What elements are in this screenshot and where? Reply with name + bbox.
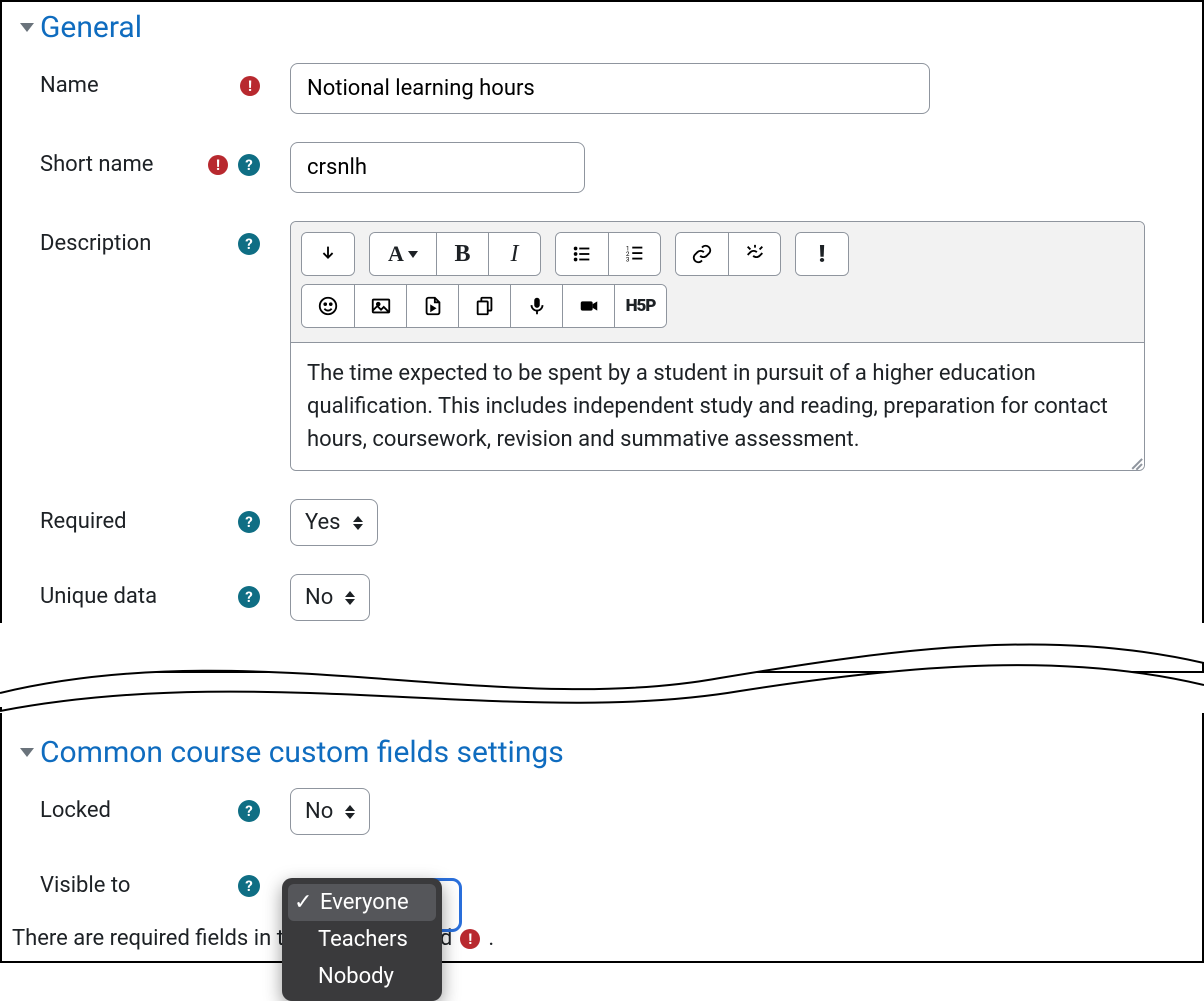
image-icon[interactable] bbox=[354, 285, 406, 327]
uniquedata-select[interactable]: No bbox=[290, 574, 370, 621]
description-text: The time expected to be spent by a stude… bbox=[307, 361, 1108, 452]
field-label: Description bbox=[40, 231, 151, 256]
h5p-icon[interactable]: H5P bbox=[614, 285, 666, 327]
note-text-before: There are required fields in t bbox=[12, 926, 284, 951]
section-title: General bbox=[40, 10, 142, 45]
bullet-list-icon[interactable] bbox=[556, 233, 608, 275]
field-row-visibleto: Visible to ? ✓ Everyone Teachers bbox=[40, 863, 1192, 898]
help-icon[interactable]: ? bbox=[238, 154, 260, 176]
unlink-icon[interactable] bbox=[728, 233, 780, 275]
font-style-icon[interactable]: A bbox=[370, 233, 436, 275]
label-col: Locked ? bbox=[40, 788, 290, 823]
visibleto-dropdown: ✓ Everyone Teachers Nobody bbox=[282, 878, 442, 1001]
locked-select[interactable]: No bbox=[290, 788, 370, 835]
select-value: No bbox=[305, 585, 333, 610]
field-row-description: Description ? A B bbox=[40, 221, 1192, 471]
select-caret-icon bbox=[345, 805, 355, 819]
label-col: Short name ! ? bbox=[40, 142, 290, 177]
general-section-panel: General Name ! Short name ! ? Descriptio… bbox=[0, 0, 1204, 673]
note-dot: . bbox=[488, 926, 494, 951]
microphone-icon[interactable] bbox=[510, 285, 562, 327]
field-label: Visible to bbox=[40, 873, 130, 898]
shortname-input[interactable] bbox=[290, 142, 585, 193]
label-col: Description ? bbox=[40, 221, 290, 256]
control-col: A B I 123 bbox=[290, 221, 1192, 471]
dropdown-option-nobody[interactable]: Nobody bbox=[282, 958, 442, 995]
required-icon: ! bbox=[460, 929, 480, 949]
files-icon[interactable] bbox=[458, 285, 510, 327]
field-row-locked: Locked ? No bbox=[40, 788, 1192, 835]
help-icon[interactable]: ? bbox=[238, 800, 260, 822]
number-list-icon[interactable]: 123 bbox=[608, 233, 660, 275]
option-label: Nobody bbox=[318, 964, 394, 989]
label-col: Required ? bbox=[40, 499, 290, 534]
media-icon[interactable] bbox=[406, 285, 458, 327]
select-value: Yes bbox=[305, 510, 341, 535]
field-row-uniquedata: Unique data ? No bbox=[40, 574, 1192, 621]
help-icon[interactable]: ? bbox=[238, 875, 260, 897]
option-label: Everyone bbox=[320, 890, 409, 915]
bold-icon[interactable]: B bbox=[436, 233, 488, 275]
collapse-caret-icon bbox=[20, 748, 34, 757]
name-input[interactable] bbox=[290, 63, 930, 114]
common-settings-panel: Common course custom fields settings Loc… bbox=[0, 707, 1204, 963]
section-title: Common course custom fields settings bbox=[40, 735, 564, 770]
editor-toolbar: A B I 123 bbox=[291, 222, 1144, 343]
select-caret-icon bbox=[353, 516, 363, 530]
description-textarea[interactable]: The time expected to be spent by a stude… bbox=[291, 343, 1144, 470]
link-icon[interactable] bbox=[676, 233, 728, 275]
field-row-shortname: Short name ! ? bbox=[40, 142, 1192, 193]
field-label: Locked bbox=[40, 798, 111, 823]
label-col: Name ! bbox=[40, 63, 290, 98]
required-icon: ! bbox=[240, 76, 260, 96]
field-label: Required bbox=[40, 509, 127, 534]
collapse-caret-icon bbox=[20, 23, 34, 32]
label-col: Visible to ? bbox=[40, 863, 290, 898]
toolbar-row-2: H5P bbox=[301, 284, 1134, 328]
toggle-toolbar-icon[interactable] bbox=[302, 233, 354, 275]
required-select[interactable]: Yes bbox=[290, 499, 378, 546]
emoji-icon[interactable] bbox=[302, 285, 354, 327]
toolbar-row-1: A B I 123 bbox=[301, 232, 1134, 276]
check-icon: ✓ bbox=[294, 890, 312, 915]
label-icons: ! ? bbox=[208, 154, 260, 176]
help-icon[interactable]: ? bbox=[238, 586, 260, 608]
italic-icon[interactable]: I bbox=[488, 233, 540, 275]
resize-handle-icon[interactable] bbox=[1128, 454, 1142, 468]
option-label: Teachers bbox=[318, 927, 408, 952]
field-label: Unique data bbox=[40, 584, 157, 609]
control-col bbox=[290, 63, 1192, 114]
svg-text:3: 3 bbox=[625, 255, 629, 263]
label-icons: ! bbox=[240, 76, 260, 96]
field-label: Short name bbox=[40, 152, 153, 177]
control-col bbox=[290, 142, 1192, 193]
select-caret-icon bbox=[345, 591, 355, 605]
field-row-required: Required ? Yes bbox=[40, 499, 1192, 546]
dropdown-option-teachers[interactable]: Teachers bbox=[282, 921, 442, 958]
help-icon[interactable]: ? bbox=[238, 511, 260, 533]
help-icon[interactable]: ? bbox=[238, 233, 260, 255]
section-header-general[interactable]: General bbox=[20, 10, 1192, 45]
dropdown-option-everyone[interactable]: ✓ Everyone bbox=[288, 884, 436, 921]
select-value: No bbox=[305, 799, 333, 824]
field-row-name: Name ! bbox=[40, 63, 1192, 114]
section-header-common[interactable]: Common course custom fields settings bbox=[20, 735, 1192, 770]
field-label: Name bbox=[40, 73, 99, 98]
required-icon: ! bbox=[208, 155, 228, 175]
video-icon[interactable] bbox=[562, 285, 614, 327]
alert-icon[interactable]: ! bbox=[796, 233, 848, 275]
required-fields-note: There are required fields in t d ! . bbox=[12, 916, 1192, 951]
label-col: Unique data ? bbox=[40, 574, 290, 609]
rich-text-editor: A B I 123 bbox=[290, 221, 1145, 471]
label-icons: ? bbox=[238, 233, 260, 255]
